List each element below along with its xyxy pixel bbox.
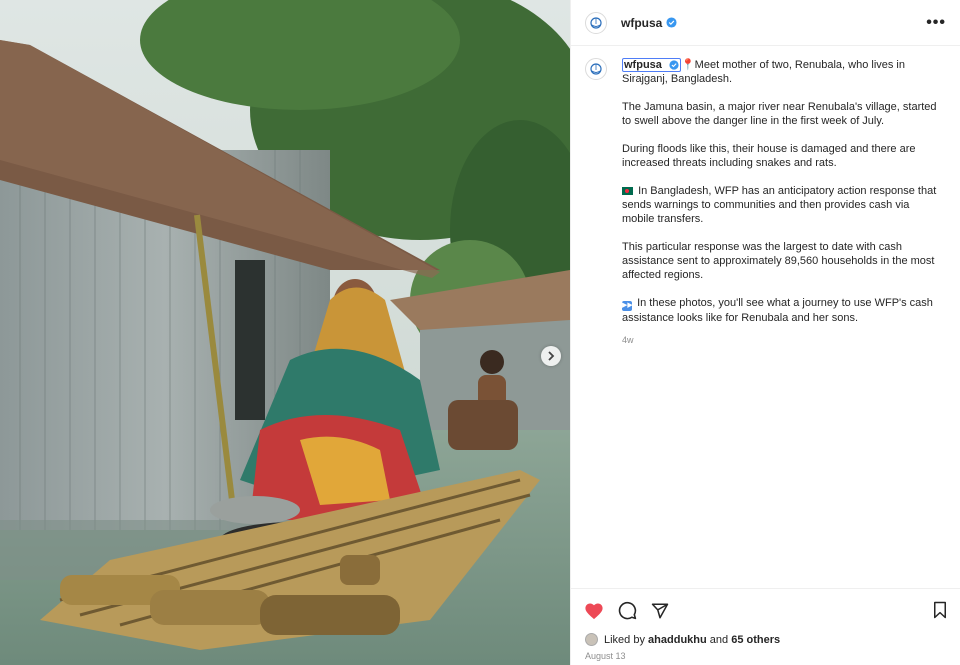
caption-paragraph-6: In these photos, you'll see what a journ… [622,297,933,324]
likes-others[interactable]: 65 others [731,634,780,646]
post-caption: wfpusa 📍Meet mother of two, Renubala, wh… [585,58,946,347]
post-username[interactable]: wfpusa [621,16,662,30]
bangladesh-flag-icon [622,187,633,195]
post-header: wfpusa ••• [571,0,960,46]
post-date: August 13 [585,651,626,661]
heart-icon [585,602,603,619]
post-actions: Liked by ahaddukhu and 65 others August … [571,588,960,665]
fast-forward-icon: ▶▶ [622,301,633,311]
caption-username[interactable]: wfpusa [622,58,681,72]
send-icon [651,603,669,618]
more-options-icon[interactable]: ••• [926,14,946,32]
location-pin-icon: 📍 [680,59,695,71]
caption-text: wfpusa 📍Meet mother of two, Renubala, wh… [622,58,937,347]
caption-paragraph-5: This particular response was the largest… [622,241,935,281]
comment-button[interactable] [618,601,637,620]
next-photo-button[interactable] [541,346,561,366]
verified-badge-icon [666,17,677,28]
like-button[interactable] [584,602,604,620]
caption-avatar[interactable] [585,58,607,80]
likes-joiner: and [709,633,729,646]
share-button[interactable] [651,602,669,620]
save-button[interactable] [932,601,948,619]
caption-paragraph-2: The Jamuna basin, a major river near Ren… [622,101,937,127]
avatar[interactable] [585,11,607,34]
liker-avatar [585,633,598,646]
comment-icon [618,601,637,620]
chevron-right-icon [548,351,555,361]
caption-timestamp[interactable]: 4w [622,333,937,347]
flood-scene-image [0,0,570,665]
wfp-logo-icon [590,16,602,29]
likes-prefix: Liked by [604,633,645,646]
bookmark-icon [934,601,946,619]
verified-badge-icon [669,60,679,70]
wfp-logo-icon [590,63,602,75]
post-photo[interactable] [0,0,570,665]
liker-username[interactable]: ahaddukhu [648,634,707,646]
caption-paragraph-4: In Bangladesh, WFP has an anticipatory a… [622,185,937,225]
post-sidebar: wfpusa ••• wfpusa 📍Meet mother of two, R… [570,0,960,665]
likes-summary[interactable]: Liked by ahaddukhu and 65 others [585,633,780,646]
caption-paragraph-3: During floods like this, their house is … [622,143,916,169]
